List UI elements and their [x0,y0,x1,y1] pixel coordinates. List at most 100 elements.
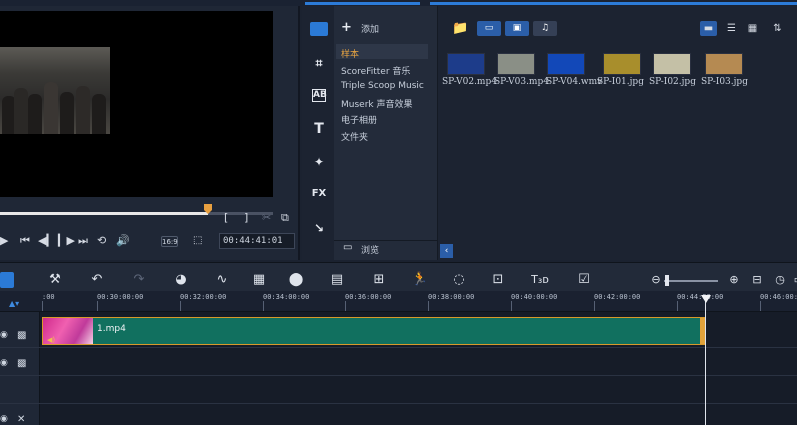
snapshot-icon[interactable]: ⧉ [281,211,289,225]
browse-button[interactable]: 浏览 [361,243,379,256]
start-icon[interactable]: ⏮ [20,234,30,248]
ruler-label: 00:38:00:00 [428,293,475,301]
category-muserk[interactable]: Muserk 声音效果 [341,97,412,110]
media-thumb-sp-v03[interactable] [497,53,535,75]
collapse-panel-icon[interactable]: ‹ [440,244,453,258]
step-forward-icon[interactable]: ▎▶ [58,234,75,248]
tools-icon[interactable]: ⚒ [45,271,65,289]
overlay-visibility-icon[interactable]: ◉ [0,358,8,368]
redo-icon[interactable]: ↷ [129,271,149,289]
ruler-label: 00:40:00:00 [511,293,558,301]
cut-icon[interactable]: ✂ [262,211,271,225]
sort-icon[interactable]: ⇅ [769,21,786,36]
title-icon[interactable]: T [310,121,328,137]
undo-icon[interactable]: ↶ [87,271,107,289]
crop-icon[interactable]: ⬚ [193,234,202,248]
add-button[interactable]: 添加 [361,22,379,35]
thumbnail-view-icon[interactable]: ▬ [700,21,717,36]
multicam-icon[interactable]: ▦ [249,271,269,289]
zoom-out-icon[interactable]: ⊖ [646,271,666,289]
instant-project-icon[interactable]: ⌗ [310,56,328,72]
ruler-start-label: :00 [42,293,55,301]
transition-icon[interactable]: AB [312,89,327,102]
duration-icon[interactable]: ◷ [770,271,790,289]
title-track-icon[interactable]: ✕ [17,414,25,425]
audio-wave-icon[interactable]: ∿ [212,271,232,289]
volume-icon[interactable]: 🔊 [116,234,130,248]
ruler-label: 00:32:00:00 [180,293,227,301]
category-folder[interactable]: 文件夹 [341,130,368,143]
show-audio-icon[interactable]: ♫ [533,21,557,36]
motion-icon[interactable]: 🏃 [410,271,430,289]
import-folder-icon[interactable]: 📁 [452,21,468,36]
graphics-icon[interactable]: ✦ [310,155,328,171]
storyboard-view-icon[interactable] [0,272,14,288]
batch-icon[interactable]: ☑ [574,271,594,289]
ruler-label: 00:36:00:00 [345,293,392,301]
split-screen-icon[interactable]: ⊞ [369,271,389,289]
repeat-icon[interactable]: ⟲ [97,234,106,248]
overlay-grid-icon[interactable]: ▩ [17,358,26,369]
mark-in-icon[interactable]: [ [224,211,228,225]
add-icon[interactable]: + [341,20,352,35]
video-clip[interactable] [42,317,706,345]
timeline-playhead[interactable] [705,300,706,425]
color-icon[interactable]: ◕ [171,271,191,289]
media-label: SP-V04.wmv [546,77,603,87]
media-label: SP-I01.jpg [597,77,644,87]
zoom-slider-handle[interactable] [665,275,669,286]
auto-fit-icon[interactable]: ⊡ [488,271,508,289]
ruler-label: 00:30:00:00 [97,293,144,301]
scrub-handle-icon[interactable] [203,203,213,215]
media-thumb-sp-v04[interactable] [547,53,585,75]
step-back-icon[interactable]: ◀▎ [38,234,55,248]
top-highlight-2 [430,2,797,5]
playhead-icon[interactable] [700,294,712,304]
media-thumb-sp-v02[interactable] [447,53,485,75]
filter-icon[interactable]: FX [310,188,328,204]
list-view-icon[interactable]: ☰ [723,21,740,36]
end-icon[interactable]: ⏭ [78,234,88,248]
path-tracker-icon[interactable]: ◌ [449,271,469,289]
media-label: SP-I03.jpg [701,77,748,87]
zoom-slider-track[interactable] [664,280,718,282]
title-track-visibility-icon[interactable]: ◉ [0,414,8,424]
category-album[interactable]: 电子相册 [341,113,377,126]
show-photo-icon[interactable]: ▣ [505,21,529,36]
track-manager-icon[interactable]: ▲▾ [9,299,19,308]
scrub-bar-progress[interactable] [0,212,208,215]
clip-name: 1.mp4 [97,324,126,334]
category-triple-scoop[interactable]: Triple Scoop Music [341,81,424,91]
track-divider [0,375,797,376]
timecode-field[interactable]: 00:44:41:01 [219,233,295,249]
mark-out-icon[interactable]: ] [244,211,248,225]
video-frame-image [0,47,110,134]
ruler-label: 00:46:00:00 [760,293,797,301]
ruler-label: 00:42:00:00 [594,293,641,301]
media-thumb-sp-i01[interactable] [603,53,641,75]
browse-icon[interactable]: ▭ [343,242,352,253]
grid-view-icon[interactable]: ▦ [744,21,761,36]
track-divider [0,403,797,404]
show-video-icon[interactable]: ▭ [477,21,501,36]
zoom-in-icon[interactable]: ⊕ [724,271,744,289]
path-icon[interactable]: ↘ [310,221,328,237]
media-area [440,6,797,260]
clip-audio-icon: ◀) [47,336,56,344]
play-icon[interactable]: ▶ [0,234,8,248]
track-visibility-icon[interactable]: ◉ [0,330,8,340]
aspect-ratio-button[interactable]: 16:9 [161,236,178,247]
library-rail: ⌗ AB T ✦ FX ↘ [302,6,334,260]
media-thumb-sp-i02[interactable] [653,53,691,75]
3d-title-icon[interactable]: T₃ᴅ [530,271,550,289]
fit-project-icon[interactable]: ⊟ [747,271,767,289]
mask-icon[interactable]: ⬤ [286,271,306,289]
more-icon[interactable]: ▭ [789,271,797,289]
category-scorefitter[interactable]: ScoreFitter 音乐 [341,64,410,77]
track-grid-icon[interactable]: ▩ [17,330,26,341]
media-thumb-sp-i03[interactable] [705,53,743,75]
media-library-icon[interactable] [310,22,328,36]
subtitle-icon[interactable]: ▤ [327,271,347,289]
media-label: SP-V02.mp4 [442,77,497,87]
category-samples[interactable]: 样本 [341,47,359,60]
